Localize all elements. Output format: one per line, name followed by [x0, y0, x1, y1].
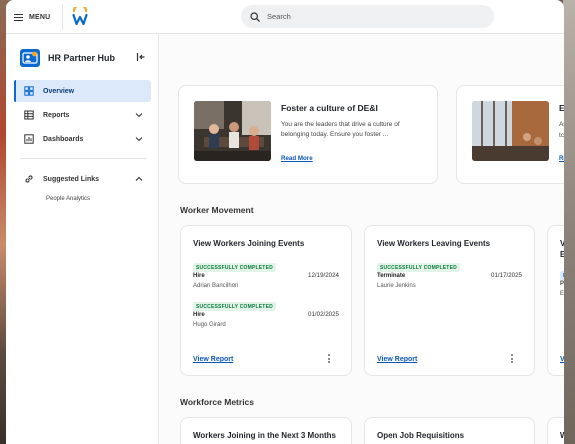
event-date: 01/02/2025 — [308, 311, 339, 318]
chevron-down-icon — [135, 113, 143, 118]
card-title: View Workers Joining Events — [193, 239, 305, 248]
hub-title: HR Partner Hub — [48, 53, 116, 63]
feature-title: Er — [559, 103, 564, 113]
divider — [20, 158, 146, 159]
feature-card: Foster a culture of DE&I You are the lea… — [178, 85, 438, 184]
sidebar-item-label: Reports — [43, 111, 70, 119]
chevron-down-icon — [135, 137, 143, 142]
dashboard-icon — [24, 86, 34, 96]
sidebar-item-overview[interactable]: Overview — [14, 80, 151, 102]
sidebar-item-dashboards[interactable]: Dashboards — [14, 128, 151, 150]
feature-card: Er As tc Re — [456, 85, 564, 184]
suggested-link-people-analytics[interactable]: People Analytics — [46, 196, 90, 202]
card-title: Open Job Requisitions — [377, 431, 465, 440]
feature-description: As — [559, 121, 564, 128]
menu-label: MENU — [29, 13, 51, 21]
background-photo-right — [563, 0, 575, 444]
feature-description: tc — [559, 132, 564, 139]
card-title: Workers Joining in the Next 3 Months — [193, 431, 336, 440]
more-options-icon[interactable] — [328, 354, 331, 363]
card-title: Vi — [560, 239, 564, 248]
sidebar-item-label: Overview — [43, 87, 75, 95]
search-bar[interactable] — [241, 5, 494, 28]
link-icon — [25, 175, 33, 183]
card-workers-joining-next-3-months: Workers Joining in the Next 3 Months — [180, 417, 352, 444]
worker-name: Adrian Bancilhon — [193, 283, 239, 289]
sidebar-item-suggested-links[interactable]: Suggested Links — [14, 168, 151, 190]
search-input[interactable] — [267, 12, 467, 21]
event-type: Hire — [193, 273, 205, 279]
status-badge: SUCCESSFULLY COMPLETED — [377, 263, 460, 272]
hamburger-icon — [14, 13, 23, 21]
section-title-worker-movement: Worker Movement — [180, 205, 254, 215]
read-more-link[interactable]: Read More — [281, 155, 313, 162]
chevron-up-icon — [135, 176, 143, 181]
feature-description: You are the leaders that drive a culture… — [281, 121, 400, 138]
read-more-link[interactable]: Re — [559, 155, 564, 162]
sidebar-item-label: Suggested Links — [43, 175, 100, 183]
feature-photo-office — [472, 101, 549, 161]
more-options-icon[interactable] — [511, 354, 514, 363]
worker-name: Laurie Jenkins — [377, 283, 416, 289]
card-workers-joining: View Workers Joining Events SUCCESSFULLY… — [180, 225, 352, 376]
worker-name: Er — [560, 291, 564, 297]
worker-name: Hugo Girard — [193, 322, 226, 328]
view-report-link[interactable]: View Report — [193, 356, 233, 363]
chart-icon — [24, 134, 34, 144]
card-open-job-requisitions: Open Job Requisitions — [364, 417, 535, 444]
status-badge: SUCCESSFULLY COMPLETED — [193, 302, 276, 311]
top-bar: MENU — [6, 0, 564, 34]
workday-logo-icon[interactable] — [72, 7, 88, 27]
card-workers-leaving: View Workers Leaving Events SUCCESSFULLY… — [364, 225, 535, 376]
hub-header: HR Partner Hub — [20, 48, 150, 68]
app-window: MENU HR Partner Hub — [6, 0, 564, 444]
search-icon — [250, 11, 260, 22]
card-title: Ev — [560, 250, 564, 259]
collapse-sidebar-icon[interactable] — [136, 52, 146, 62]
event-type: Terminate — [377, 273, 406, 279]
menu-button[interactable]: MENU — [14, 9, 50, 25]
card-title: View Workers Leaving Events — [377, 239, 491, 248]
status-badge: IN — [560, 271, 564, 280]
card-partial: W — [547, 417, 564, 444]
event-date: 12/19/2024 — [308, 272, 339, 279]
card-partial: Vi Ev IN Pr Er Vi — [547, 225, 564, 376]
sidebar-item-reports[interactable]: Reports — [14, 104, 151, 126]
sidebar: HR Partner Hub Overview Reports Dashboar… — [6, 34, 159, 444]
sidebar-item-label: Dashboards — [43, 135, 84, 143]
section-title-workforce-metrics: Workforce Metrics — [180, 397, 255, 407]
view-report-link[interactable]: Vi — [560, 356, 564, 363]
event-type: Pr — [560, 281, 564, 287]
hub-icon — [20, 49, 40, 67]
feature-photo-team-meeting — [194, 101, 271, 161]
status-badge: SUCCESSFULLY COMPLETED — [193, 263, 276, 272]
card-title: W — [560, 431, 564, 440]
feature-title: Foster a culture of DE&I — [281, 103, 378, 113]
event-type: Hire — [193, 312, 205, 318]
main-content: Foster a culture of DE&I You are the lea… — [160, 34, 564, 444]
divider — [62, 4, 63, 30]
view-report-link[interactable]: View Report — [377, 356, 417, 363]
table-icon — [24, 110, 34, 120]
event-date: 01/17/2025 — [491, 272, 522, 279]
